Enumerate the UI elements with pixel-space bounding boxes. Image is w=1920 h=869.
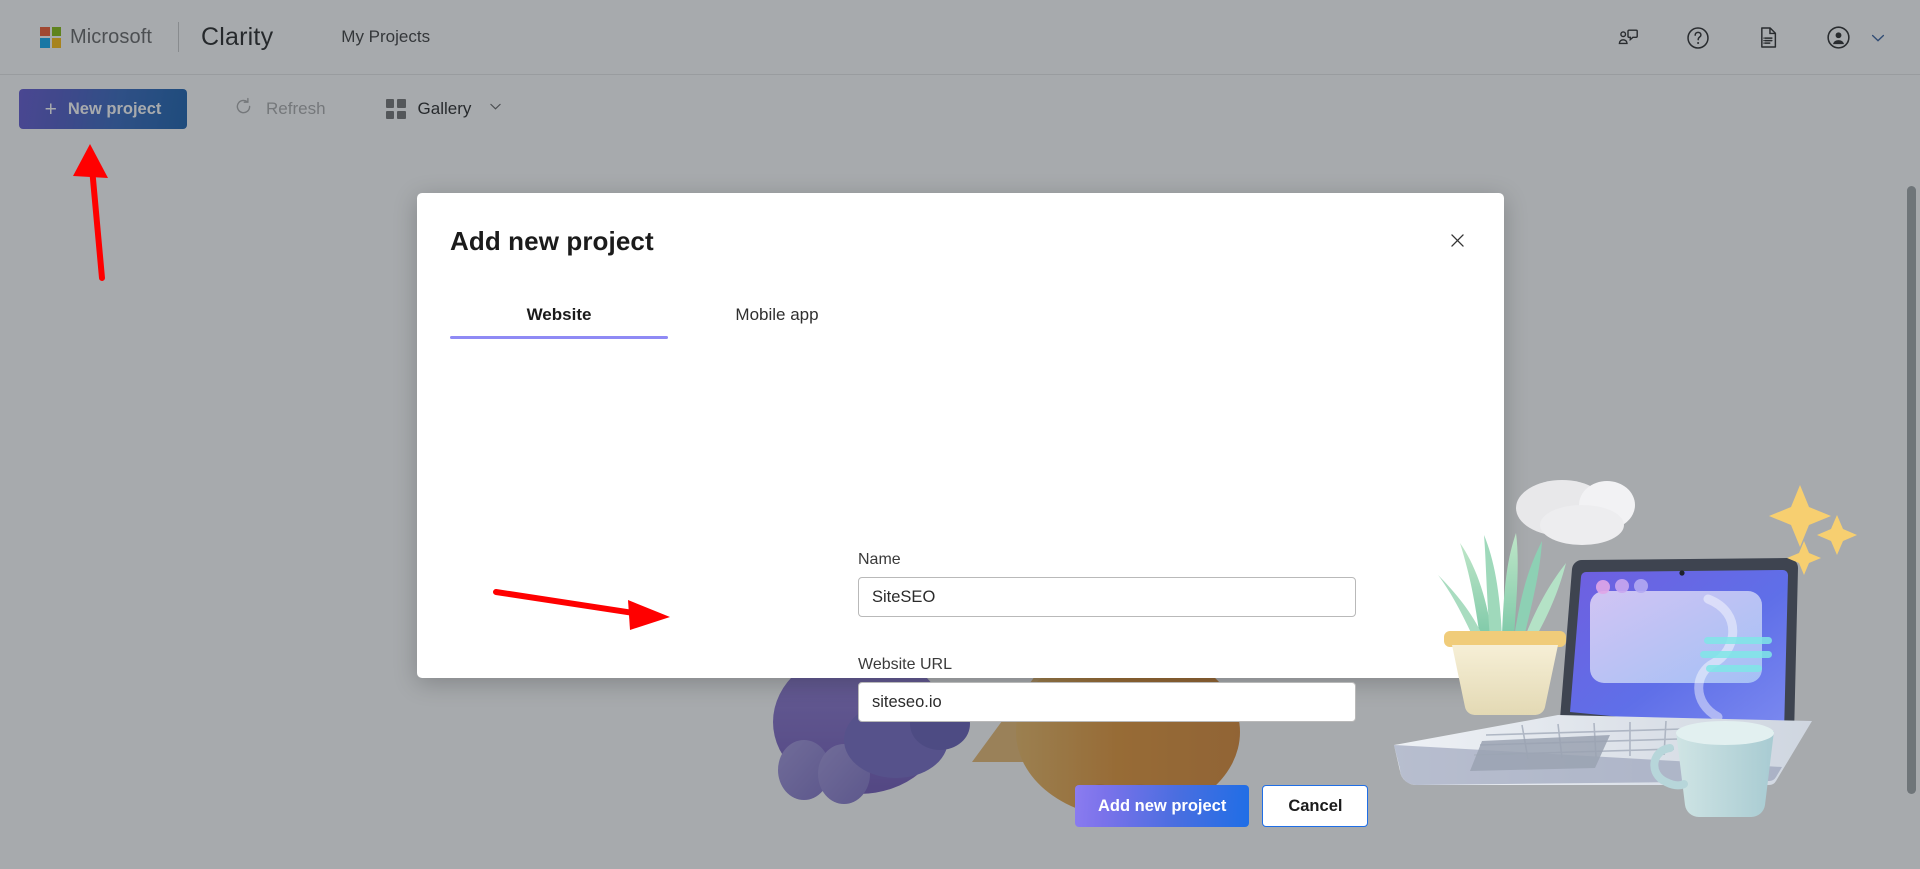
field-name-group: Name bbox=[858, 551, 1356, 617]
potted-plant bbox=[1438, 533, 1566, 716]
scrollbar-thumb[interactable] bbox=[1907, 186, 1916, 794]
website-url-field-label: Website URL bbox=[858, 656, 952, 673]
tab-mobile-app[interactable]: Mobile app bbox=[668, 293, 886, 339]
dialog-action-buttons: Add new project Cancel bbox=[1075, 785, 1369, 827]
cancel-button[interactable]: Cancel bbox=[1262, 785, 1369, 827]
dialog-tabs: Website Mobile app bbox=[450, 293, 886, 339]
cloud-shape bbox=[1516, 480, 1635, 545]
add-new-project-button[interactable]: Add new project bbox=[1075, 785, 1250, 827]
page-scrollbar[interactable] bbox=[1903, 142, 1920, 869]
dialog-title: Add new project bbox=[450, 226, 654, 256]
close-icon[interactable] bbox=[1441, 224, 1473, 256]
name-field-label: Name bbox=[858, 551, 901, 568]
add-new-project-dialog: Add new project Website Mobile app Name … bbox=[417, 193, 1857, 827]
field-url-group: Website URL bbox=[858, 656, 1356, 722]
laptop-workspace-illustration bbox=[1394, 480, 1857, 818]
website-url-input[interactable] bbox=[858, 682, 1356, 722]
tab-website[interactable]: Website bbox=[450, 293, 668, 339]
name-input[interactable] bbox=[858, 577, 1356, 617]
